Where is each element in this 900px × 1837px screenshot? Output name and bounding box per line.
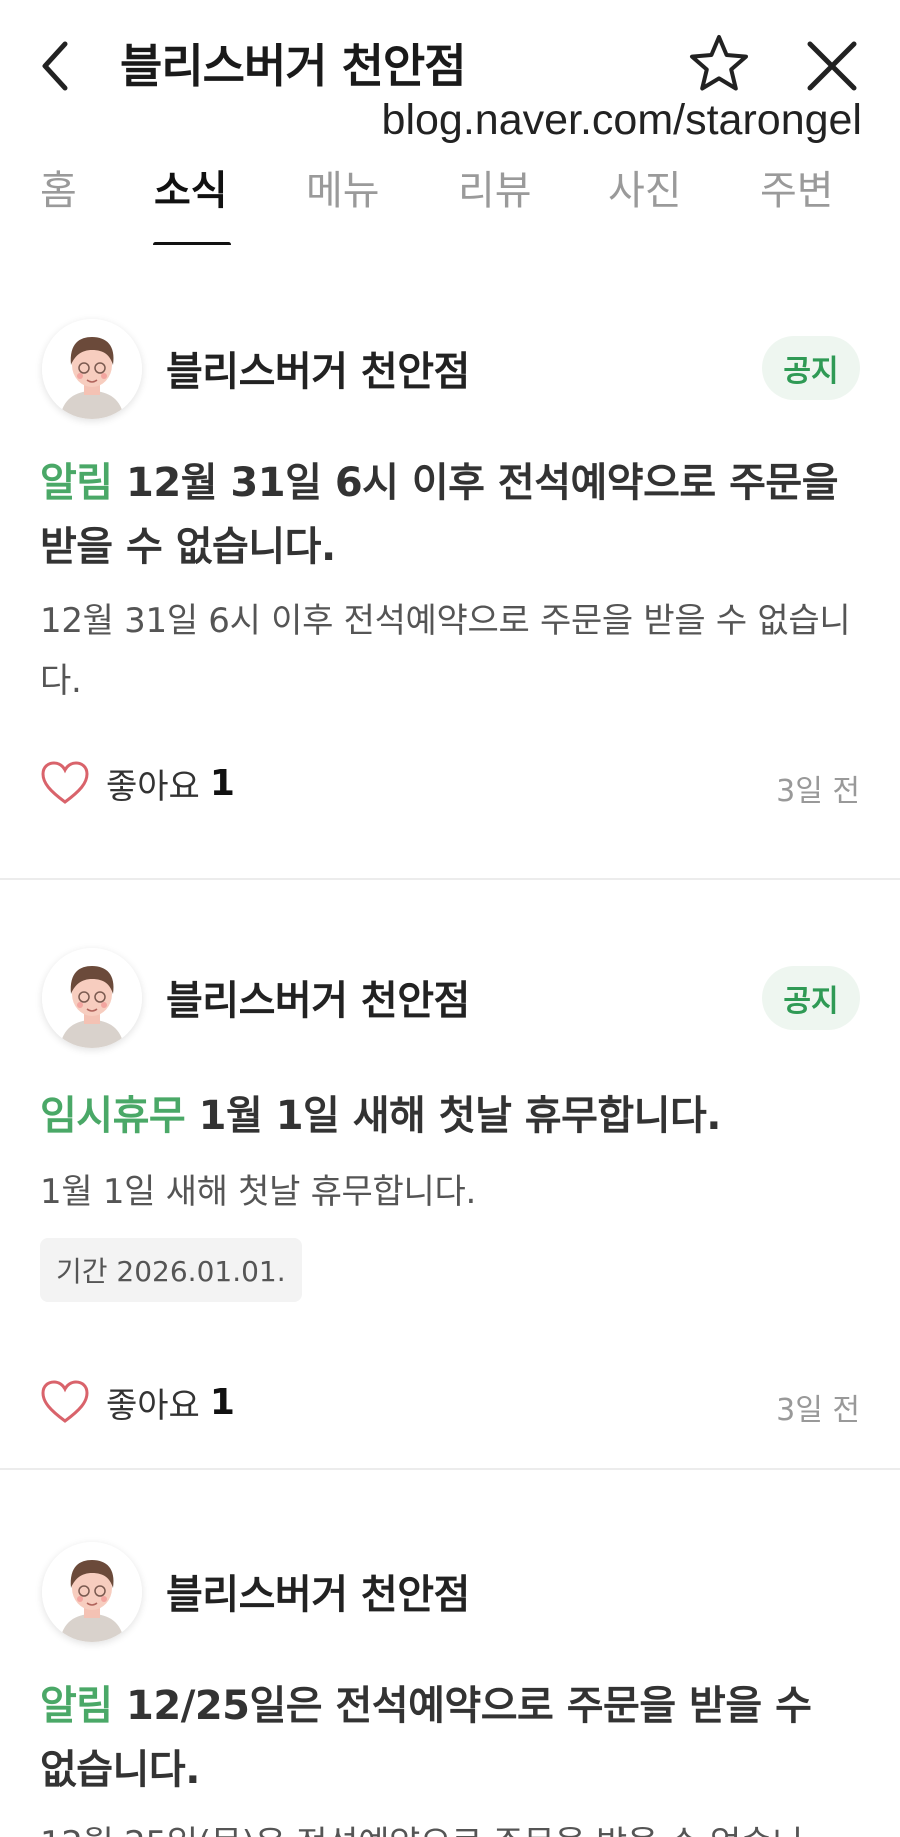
like-label: 좋아요 — [106, 766, 200, 807]
tab-reviews[interactable]: 리뷰 — [458, 158, 532, 216]
post-author: 블리스버거 천안점 — [166, 978, 470, 1024]
tab-home[interactable]: 홈 — [40, 158, 77, 216]
post-category: 임시휴무 — [40, 1093, 186, 1139]
avatar — [42, 1542, 142, 1642]
notice-badge: 공지 — [762, 336, 860, 400]
avatar — [42, 948, 142, 1048]
like-button[interactable]: 좋아요 1 — [40, 1372, 235, 1432]
post-author: 블리스버거 천안점 — [166, 349, 470, 395]
post-title-text: 12월 31일 6시 이후 전석예약으로 주문을 받을 수 없습니다. — [40, 460, 839, 570]
post-time: 3일 전 — [776, 774, 860, 809]
post-title[interactable]: 알림 12월 31일 6시 이후 전석예약으로 주문을 받을 수 없습니다. — [40, 451, 860, 579]
chevron-left-icon — [42, 41, 68, 91]
post-title[interactable]: 임시휴무 1월 1일 새해 첫날 휴무합니다. — [40, 1084, 860, 1148]
heart-icon — [41, 761, 89, 804]
post-body: 1월 1일 새해 첫날 휴무합니다. — [40, 1172, 476, 1212]
back-button[interactable] — [30, 34, 80, 98]
profile-avatar-icon — [42, 319, 142, 419]
avatar — [42, 319, 142, 419]
news-post[interactable]: 블리스버거 천안점 공지 임시휴무 1월 1일 새해 첫날 휴무합니다. 1월 … — [0, 880, 900, 1470]
profile-avatar-icon — [42, 1542, 142, 1642]
post-body: 12월 25일(목)은 전석예약으로 주문을 받을 수 없습니 — [40, 1814, 870, 1837]
post-category: 알림 — [40, 460, 113, 506]
post-author: 블리스버거 천안점 — [166, 1572, 470, 1618]
post-time: 3일 전 — [776, 1393, 860, 1428]
url-watermark: blog.naver.com/starongel — [381, 96, 862, 144]
tab-nearby[interactable]: 주변 — [760, 158, 834, 216]
tab-bar: 홈 소식 메뉴 리뷰 사진 주변 — [0, 150, 900, 247]
tab-news[interactable]: 소식 — [154, 158, 228, 216]
period-chip: 기간 2026.01.01. — [40, 1238, 302, 1302]
favorite-button[interactable] — [688, 32, 750, 94]
news-post[interactable]: 블리스버거 천안점 알림 12/25일은 전석예약으로 주문을 받을 수 없습니… — [0, 1470, 900, 1837]
news-post[interactable]: 블리스버거 천안점 공지 알림 12월 31일 6시 이후 전석예약으로 주문을… — [0, 245, 900, 880]
profile-avatar-icon — [42, 948, 142, 1048]
post-title-text: 12/25일은 전석예약으로 주문을 받을 수 없습니다. — [40, 1683, 812, 1793]
like-count: 1 — [209, 762, 235, 804]
like-button[interactable]: 좋아요 1 — [40, 753, 235, 813]
post-title[interactable]: 알림 12/25일은 전석예약으로 주문을 받을 수 없습니다. — [40, 1674, 860, 1802]
star-icon — [690, 35, 748, 91]
post-category: 알림 — [40, 1683, 113, 1729]
like-count: 1 — [209, 1381, 235, 1423]
tab-photos[interactable]: 사진 — [608, 158, 682, 216]
top-bar: 블리스버거 천안점 blog.naver.com/starongel 홈 소식 … — [0, 0, 900, 247]
post-body: 12월 31일 6시 이후 전석예약으로 주문을 받을 수 없습니다. — [40, 601, 851, 701]
tab-menu[interactable]: 메뉴 — [306, 158, 380, 216]
post-title-text: 1월 1일 새해 첫날 휴무합니다. — [198, 1093, 722, 1139]
page-title: 블리스버거 천안점 — [120, 39, 467, 93]
notice-badge: 공지 — [762, 966, 860, 1030]
like-label: 좋아요 — [106, 1385, 200, 1426]
heart-icon — [41, 1380, 89, 1423]
close-button[interactable] — [800, 34, 864, 98]
close-icon — [807, 41, 857, 91]
